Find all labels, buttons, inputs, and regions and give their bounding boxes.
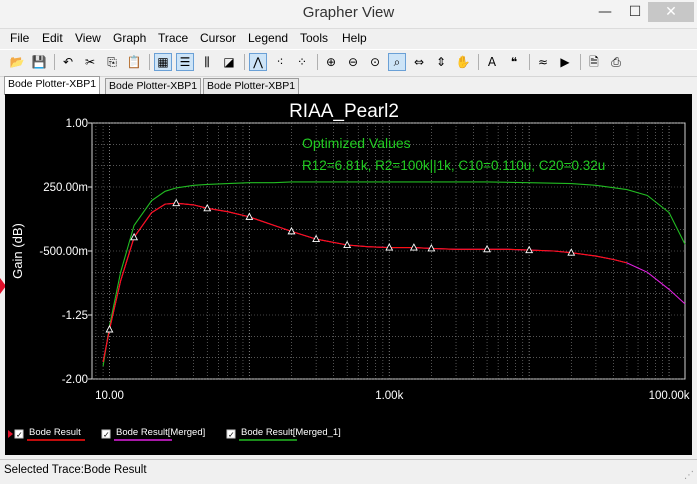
menu-view[interactable]: View bbox=[75, 31, 101, 45]
menu-cursor[interactable]: Cursor bbox=[200, 31, 236, 45]
legend-check-icon: ✓ bbox=[16, 431, 23, 440]
x-tick-label: 10.00 bbox=[95, 390, 124, 402]
legend-label-0: Bode Result bbox=[29, 427, 81, 438]
zoom-full-icon[interactable]: ⊙ bbox=[366, 53, 384, 71]
x-tick-label: 100.00k bbox=[649, 390, 690, 402]
legend-label-2: Bode Result[Merged_1] bbox=[241, 427, 341, 438]
close-button[interactable]: ✕ bbox=[648, 2, 694, 22]
tab-bode-plotter-3[interactable]: Bode Plotter-XBP1 bbox=[203, 78, 300, 95]
cursors-icon[interactable]: ⫼ bbox=[198, 53, 216, 71]
show-cursors-icon[interactable]: ⋀ bbox=[249, 53, 267, 71]
menu-legend[interactable]: Legend bbox=[248, 31, 288, 45]
y-tick-label: 1.00 bbox=[66, 118, 88, 130]
title-bar: Grapher View — ☐ ✕ bbox=[0, 0, 697, 29]
toolbar-separator bbox=[478, 54, 479, 70]
print-preview-icon[interactable]: 🗎 bbox=[585, 53, 603, 71]
y-tick-label: -1.25 bbox=[62, 310, 88, 322]
minimize-button[interactable]: — bbox=[590, 2, 620, 22]
export-icon[interactable]: ▶ bbox=[556, 53, 574, 71]
menu-edit[interactable]: Edit bbox=[42, 31, 63, 45]
legend-label-1: Bode Result[Merged] bbox=[116, 427, 205, 438]
menu-graph[interactable]: Graph bbox=[113, 31, 146, 45]
undo-icon[interactable]: ↶ bbox=[59, 53, 77, 71]
annotation-values: R12=6.81k, R2=100k||1k, C10=0.110u, C20=… bbox=[302, 158, 605, 173]
copy-icon[interactable]: ⎘ bbox=[103, 53, 121, 71]
toolbar-separator bbox=[317, 54, 318, 70]
status-bar: Selected Trace:Bode Result ⋰ bbox=[0, 459, 697, 484]
status-text: Selected Trace:Bode Result bbox=[4, 464, 147, 476]
menu-bar: File Edit View Graph Trace Cursor Legend… bbox=[0, 29, 697, 48]
series-line-2 bbox=[102, 181, 686, 367]
bode-chart[interactable]: 1.00 250.00m -500.00m -1.25 -2.00 10.00 1.00k 1… bbox=[5, 94, 692, 455]
paste-icon[interactable]: 📋 bbox=[125, 53, 143, 71]
zoom-y-icon[interactable]: ⇕ bbox=[432, 53, 450, 71]
selected-trace-marker-icon bbox=[8, 430, 13, 438]
annotation-heading: Optimized Values bbox=[302, 135, 411, 151]
data-marker bbox=[105, 325, 114, 333]
tab-bode-plotter-2[interactable]: Bode Plotter-XBP1 bbox=[105, 78, 202, 95]
legend-check-icon: ✓ bbox=[103, 431, 110, 440]
series-line-1 bbox=[102, 202, 686, 363]
reverse-colors-icon[interactable]: ◪ bbox=[220, 53, 238, 71]
tab-bode-plotter-1[interactable]: Bode Plotter-XBP1 bbox=[4, 76, 101, 95]
zoom-area-icon[interactable]: ⌕ bbox=[388, 53, 406, 71]
select-marks-icon[interactable]: ⁖ bbox=[271, 53, 289, 71]
toolbar-separator bbox=[529, 54, 530, 70]
zoom-x-icon[interactable]: ⇔ bbox=[410, 53, 428, 71]
cut-icon[interactable]: ✂ bbox=[81, 53, 99, 71]
y-axis-label: Gain (dB) bbox=[10, 223, 25, 279]
text-icon[interactable]: A bbox=[483, 53, 501, 71]
x-tick-label: 1.00k bbox=[375, 390, 403, 402]
tab-strip: Bode Plotter-XBP1 Bode Plotter-XBP1 Bode… bbox=[0, 76, 697, 95]
menu-tools[interactable]: Tools bbox=[300, 31, 328, 45]
legend-icon[interactable]: ☰ bbox=[176, 53, 194, 71]
zoom-in-icon[interactable]: ⊕ bbox=[322, 53, 340, 71]
save-icon[interactable]: 💾 bbox=[30, 53, 48, 71]
grid-icon[interactable]: ▦ bbox=[154, 53, 172, 71]
resize-grip-icon[interactable]: ⋰ bbox=[684, 470, 694, 481]
y-tick-label: -500.00m bbox=[39, 246, 88, 258]
menu-file[interactable]: File bbox=[10, 31, 29, 45]
toolbar: 📂 💾 ↶ ✂ ⎘ 📋 ▦ ☰ ⫼ ◪ ⋀ ⁖ ⁘ ⊕ ⊖ ⊙ ⌕ ⇔ ⇕ ✋ A ❝ ≈ ▶ 🗎 ⎙ bbox=[0, 49, 697, 77]
overlay-icon[interactable]: ❝ bbox=[505, 53, 523, 71]
legend-check-icon: ✓ bbox=[228, 431, 235, 440]
y-tick-label: 250.00m bbox=[43, 182, 88, 194]
y-tick-label: -2.00 bbox=[62, 374, 88, 386]
toolbar-separator bbox=[149, 54, 150, 70]
menu-trace[interactable]: Trace bbox=[158, 31, 188, 45]
open-icon[interactable]: 📂 bbox=[8, 53, 26, 71]
pan-icon[interactable]: ✋ bbox=[454, 53, 472, 71]
zoom-out-icon[interactable]: ⊖ bbox=[344, 53, 362, 71]
menu-help[interactable]: Help bbox=[342, 31, 367, 45]
data-marker bbox=[172, 198, 181, 207]
select-marks-alt-icon[interactable]: ⁘ bbox=[293, 53, 311, 71]
toolbar-separator bbox=[54, 54, 55, 70]
series-line-0 bbox=[102, 202, 628, 363]
print-icon[interactable]: ⎙ bbox=[607, 53, 625, 71]
add-trace-icon[interactable]: ≈ bbox=[534, 53, 552, 71]
toolbar-separator bbox=[244, 54, 245, 70]
graph-panel[interactable]: 1.00 250.00m -500.00m -1.25 -2.00 10.00 1.00k 1… bbox=[5, 94, 692, 455]
chart-title: RIAA_Pearl2 bbox=[289, 101, 399, 122]
maximize-button[interactable]: ☐ bbox=[620, 2, 650, 22]
toolbar-separator bbox=[580, 54, 581, 70]
